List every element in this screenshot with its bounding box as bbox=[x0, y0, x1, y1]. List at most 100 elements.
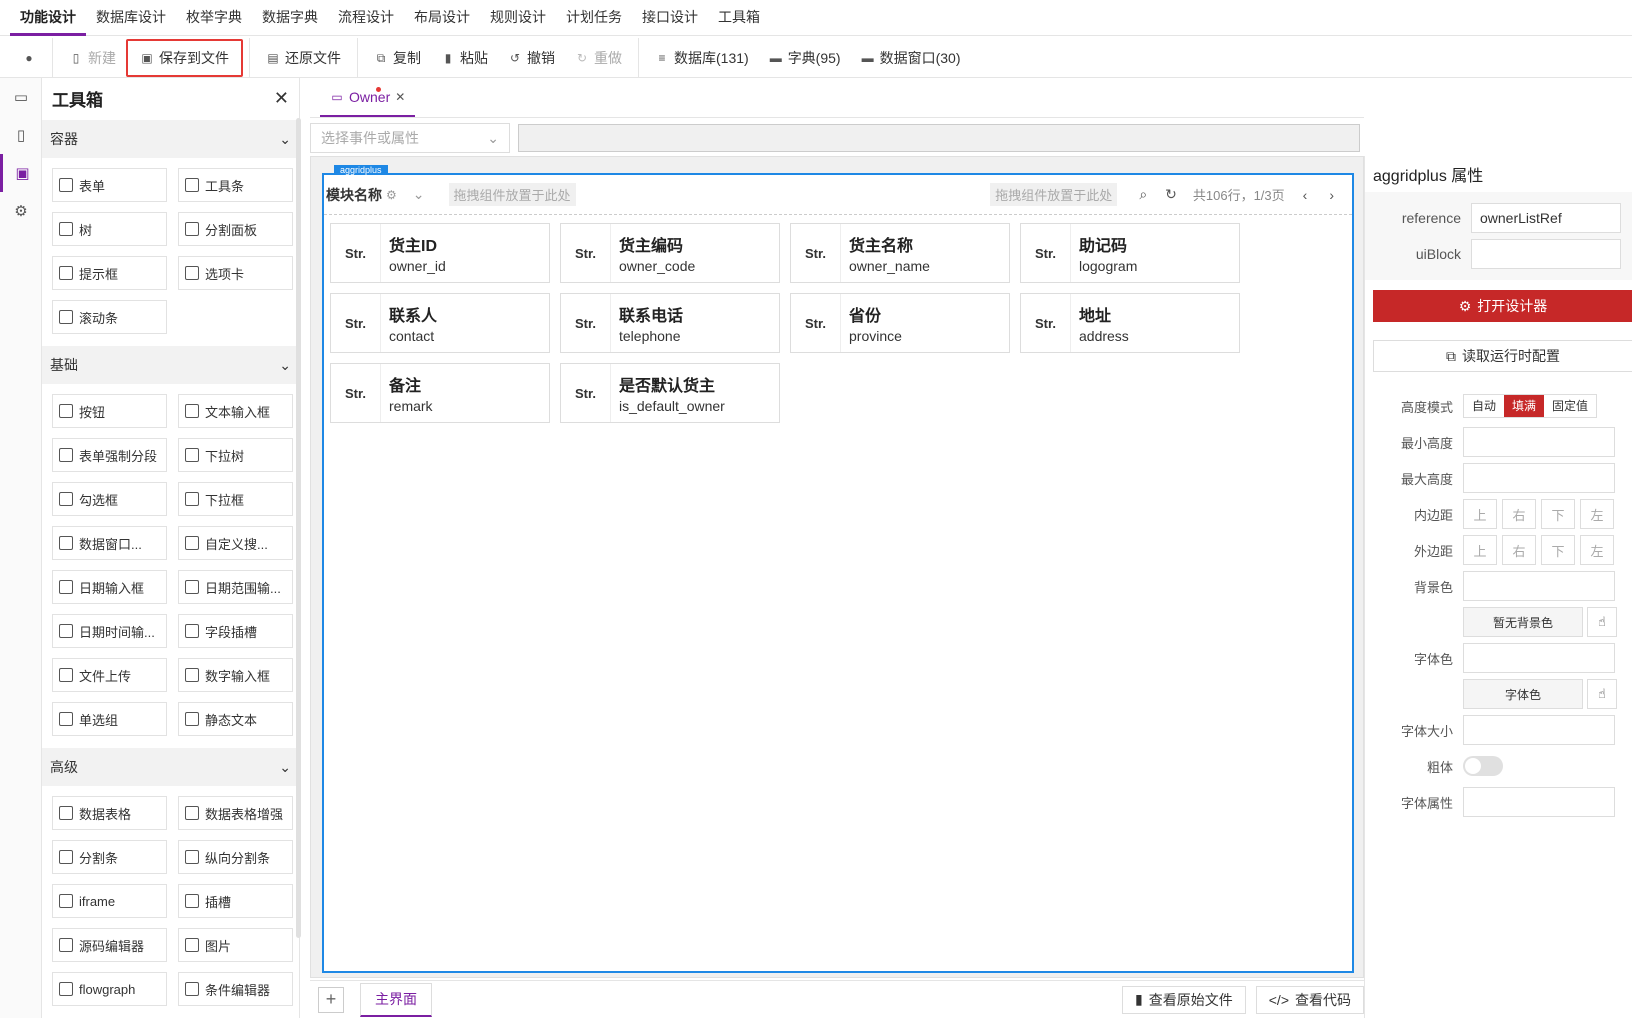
font-color-swatch[interactable]: 字体色 bbox=[1463, 679, 1583, 709]
margin-bottom-input[interactable]: 下 bbox=[1541, 535, 1575, 565]
toolbox-component[interactable]: 表单 bbox=[52, 168, 167, 202]
chevron-right-icon[interactable]: › bbox=[1329, 187, 1334, 203]
add-page-button[interactable]: + bbox=[318, 986, 344, 1013]
hand-pointer-icon[interactable]: ☝ bbox=[1587, 679, 1617, 709]
toolbox-component[interactable]: 树 bbox=[52, 212, 167, 246]
uiblock-input[interactable] bbox=[1471, 239, 1621, 269]
font-size-input[interactable] bbox=[1463, 715, 1615, 745]
toolbox-component[interactable]: 自定义搜... bbox=[178, 526, 293, 560]
padding-right-input[interactable]: 右 bbox=[1502, 499, 1536, 529]
toolbox-scrollbar[interactable] bbox=[296, 118, 301, 938]
tab-main-page[interactable]: 主界面 bbox=[360, 982, 432, 1017]
menu-enum-dict[interactable]: 枚举字典 bbox=[176, 0, 252, 36]
toolbox-component[interactable]: 提示框 bbox=[52, 256, 167, 290]
margin-right-input[interactable]: 右 bbox=[1502, 535, 1536, 565]
restore-file-button[interactable]: ▤ 还原文件 bbox=[256, 42, 351, 74]
padding-bottom-input[interactable]: 下 bbox=[1541, 499, 1575, 529]
close-icon[interactable]: ✕ bbox=[274, 88, 289, 109]
bg-color-input[interactable] bbox=[1463, 571, 1615, 601]
field-card[interactable]: Str. 联系人 contact bbox=[330, 293, 550, 353]
menu-function-design[interactable]: 功能设计 bbox=[10, 0, 86, 36]
toolbox-component[interactable]: 日期输入框 bbox=[52, 570, 167, 604]
margin-top-input[interactable]: 上 bbox=[1463, 535, 1497, 565]
menu-schedule[interactable]: 计划任务 bbox=[556, 0, 632, 36]
plugin-icon[interactable]: ⚙ bbox=[0, 192, 42, 230]
refresh-icon[interactable]: ↻ bbox=[1165, 186, 1177, 203]
tab-owner[interactable]: ▭ Owner ✕ bbox=[320, 79, 416, 117]
view-code-button[interactable]: </> 查看代码 bbox=[1255, 985, 1364, 1014]
toolbox-component[interactable]: iframe bbox=[52, 884, 167, 918]
gears-icon[interactable]: ⚙ bbox=[386, 188, 397, 202]
field-card[interactable]: Str. 是否默认货主 is_default_owner bbox=[560, 363, 780, 423]
chevron-left-icon[interactable]: ‹ bbox=[1303, 187, 1308, 203]
toolbox-component[interactable]: 选项卡 bbox=[178, 256, 293, 290]
field-card[interactable]: Str. 联系电话 telephone bbox=[560, 293, 780, 353]
toolbox-component[interactable]: 表单强制分段 bbox=[52, 438, 167, 472]
chevron-down-icon[interactable]: ⌄ bbox=[413, 186, 425, 203]
copy-button[interactable]: ⧉ 复制 bbox=[364, 42, 431, 74]
new-button[interactable]: ▯ 新建 bbox=[59, 42, 126, 74]
event-expression-field[interactable] bbox=[518, 124, 1360, 152]
drop-zone-left[interactable]: 拖拽组件放置于此处 bbox=[448, 183, 576, 206]
field-card[interactable]: Str. 省份 province bbox=[790, 293, 1010, 353]
toolbox-section-header[interactable]: 基础 ⌄ bbox=[42, 346, 299, 384]
toolbox-rail-icon[interactable]: ▣ bbox=[0, 154, 42, 192]
toolbox-component[interactable]: 数据表格增强 bbox=[178, 796, 293, 830]
info-button[interactable]: ● bbox=[12, 42, 46, 74]
reference-input[interactable]: ownerListRef bbox=[1471, 203, 1621, 233]
menu-rule-design[interactable]: 规则设计 bbox=[480, 0, 556, 36]
field-card[interactable]: Str. 助记码 logogram bbox=[1020, 223, 1240, 283]
redo-button[interactable]: ↻ 重做 bbox=[565, 42, 632, 74]
toolbox-component[interactable]: 按钮 bbox=[52, 394, 167, 428]
margin-left-input[interactable]: 左 bbox=[1580, 535, 1614, 565]
toolbox-component[interactable]: 数字输入框 bbox=[178, 658, 293, 692]
data-window-button[interactable]: ▬ 数据窗口(30) bbox=[851, 42, 971, 74]
toolbox-component[interactable]: 字段插槽 bbox=[178, 614, 293, 648]
field-card[interactable]: Str. 备注 remark bbox=[330, 363, 550, 423]
font-attr-input[interactable] bbox=[1463, 787, 1615, 817]
toolbox-component[interactable]: 数据窗口... bbox=[52, 526, 167, 560]
search-icon[interactable]: ⌕ bbox=[1139, 186, 1147, 203]
aggridplus-component[interactable]: aggridplus 模块名称 ⚙ ⌄ 拖拽组件放置于此处 拖拽组件放置于此处 … bbox=[322, 165, 1354, 973]
font-color-input[interactable] bbox=[1463, 643, 1615, 673]
toolbox-section-header[interactable]: 容器 ⌄ bbox=[42, 120, 299, 158]
toolbox-component[interactable]: 图片 bbox=[178, 928, 293, 962]
toolbox-component[interactable]: 分割条 bbox=[52, 840, 167, 874]
drop-zone-right[interactable]: 拖拽组件放置于此处 bbox=[990, 183, 1118, 206]
menu-data-dict[interactable]: 数据字典 bbox=[252, 0, 328, 36]
undo-button[interactable]: ↺ 撤销 bbox=[498, 42, 565, 74]
menu-flow-design[interactable]: 流程设计 bbox=[328, 0, 404, 36]
bold-toggle[interactable] bbox=[1463, 756, 1503, 776]
menu-api-design[interactable]: 接口设计 bbox=[632, 0, 708, 36]
paste-button[interactable]: ▮ 粘贴 bbox=[431, 42, 498, 74]
padding-left-input[interactable]: 左 bbox=[1580, 499, 1614, 529]
toolbox-component[interactable]: 文本输入框 bbox=[178, 394, 293, 428]
toolbox-component[interactable]: 纵向分割条 bbox=[178, 840, 293, 874]
toolbox-component[interactable]: 插槽 bbox=[178, 884, 293, 918]
toolbox-component[interactable]: 滚动条 bbox=[52, 300, 167, 334]
save-to-file-button[interactable]: ▣ 保存到文件 bbox=[126, 38, 243, 77]
mode-fixed[interactable]: 固定值 bbox=[1544, 395, 1597, 417]
menu-db-design[interactable]: 数据库设计 bbox=[86, 0, 176, 36]
read-config-button[interactable]: ⧉ 读取运行时配置 bbox=[1373, 340, 1632, 372]
mobile-icon[interactable]: ▯ bbox=[0, 116, 42, 154]
field-card[interactable]: Str. 货主编码 owner_code bbox=[560, 223, 780, 283]
toolbox-component[interactable]: 单选组 bbox=[52, 702, 167, 736]
toolbox-component[interactable]: 条件编辑器 bbox=[178, 972, 293, 1006]
desktop-icon[interactable]: ▭ bbox=[0, 78, 42, 116]
menu-toolbox[interactable]: 工具箱 bbox=[708, 0, 770, 36]
toolbox-component[interactable]: 数据表格 bbox=[52, 796, 167, 830]
field-card[interactable]: Str. 地址 address bbox=[1020, 293, 1240, 353]
event-property-select[interactable]: 选择事件或属性 ⌄ bbox=[310, 123, 510, 153]
menu-layout-design[interactable]: 布局设计 bbox=[404, 0, 480, 36]
mode-auto[interactable]: 自动 bbox=[1464, 395, 1505, 417]
toolbox-section-header[interactable]: 高级 ⌄ bbox=[42, 748, 299, 786]
hand-pointer-icon[interactable]: ☝ bbox=[1587, 607, 1617, 637]
dictionary-button[interactable]: ▬ 字典(95) bbox=[759, 42, 851, 74]
toolbox-component[interactable]: flowgraph bbox=[52, 972, 167, 1006]
toolbox-component[interactable]: 工具条 bbox=[178, 168, 293, 202]
padding-top-input[interactable]: 上 bbox=[1463, 499, 1497, 529]
toolbox-component[interactable]: 下拉树 bbox=[178, 438, 293, 472]
toolbox-component[interactable]: 勾选框 bbox=[52, 482, 167, 516]
field-card[interactable]: Str. 货主名称 owner_name bbox=[790, 223, 1010, 283]
